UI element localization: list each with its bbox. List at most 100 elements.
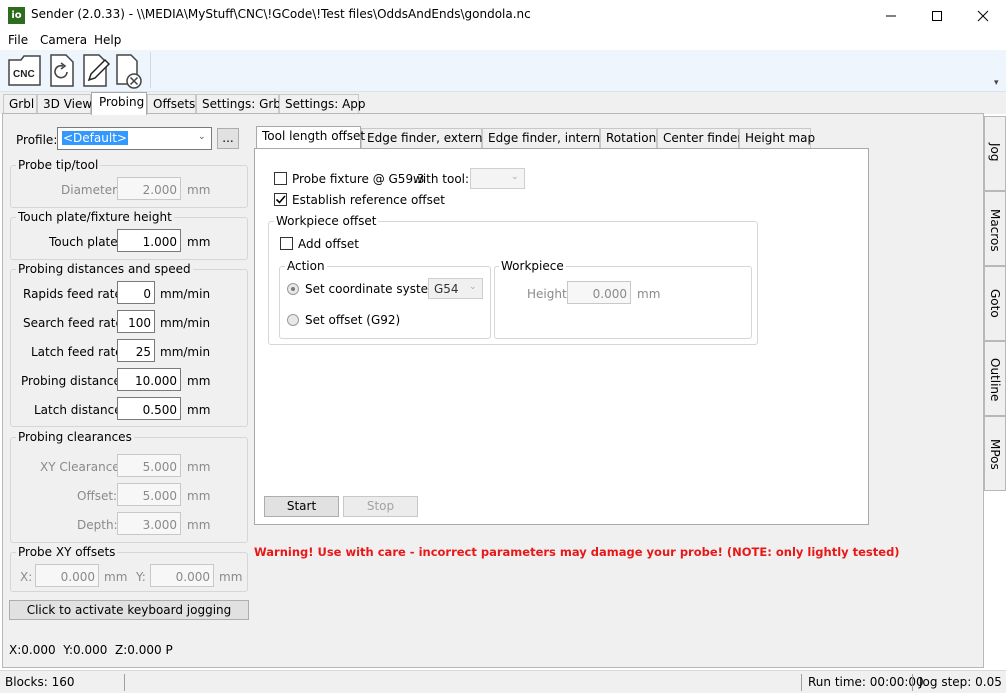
main-tab-strip: Grbl 3D View Probing Offsets Settings: G… bbox=[0, 92, 1006, 115]
menu-camera[interactable]: Camera bbox=[40, 33, 87, 47]
tab-settings-app[interactable]: Settings: App bbox=[279, 94, 366, 114]
xy-clearance-input[interactable]: 5.000 bbox=[117, 454, 181, 477]
position-readout: X:0.000 Y:0.000 Z:0.000 P bbox=[9, 643, 173, 657]
depth-unit: mm bbox=[187, 518, 211, 532]
latch-distance-unit: mm bbox=[187, 403, 211, 417]
y-offset-unit: mm bbox=[219, 570, 243, 584]
toolbar-overflow-icon[interactable]: ▾ bbox=[994, 78, 999, 88]
diameter-input[interactable]: 2.000 bbox=[117, 177, 181, 200]
establish-reference-checkbox[interactable] bbox=[274, 193, 287, 206]
tab-center-finder[interactable]: Center finder bbox=[657, 128, 742, 148]
side-tab-jog[interactable]: Jog bbox=[984, 116, 1006, 191]
height-label: Height bbox=[527, 287, 567, 301]
tab-3d-view[interactable]: 3D View bbox=[37, 94, 92, 114]
xy-clearance-unit: mm bbox=[187, 460, 211, 474]
tab-probing[interactable]: Probing bbox=[91, 92, 147, 115]
diameter-label: Diameter: bbox=[61, 183, 121, 197]
profile-select[interactable]: <Default> ⌄ bbox=[57, 127, 212, 150]
side-tab-macros[interactable]: Macros bbox=[984, 191, 1006, 266]
offset-unit: mm bbox=[187, 489, 211, 503]
probing-distance-unit: mm bbox=[187, 374, 211, 388]
coordinate-system-value: G54 bbox=[434, 282, 459, 296]
tab-height-map[interactable]: Height map bbox=[739, 128, 815, 148]
diameter-unit: mm bbox=[187, 183, 211, 197]
height-input[interactable]: 0.000 bbox=[567, 281, 631, 304]
touch-plate-input[interactable]: 1.000 bbox=[117, 229, 181, 252]
menu-file[interactable]: File bbox=[8, 33, 28, 47]
side-tab-goto[interactable]: Goto bbox=[984, 266, 1006, 341]
height-unit: mm bbox=[637, 287, 661, 301]
run-time: Run time: 00:00:00 bbox=[808, 675, 924, 689]
add-offset-checkbox[interactable] bbox=[280, 237, 293, 250]
minimize-button[interactable] bbox=[868, 0, 914, 31]
svg-text:CNC: CNC bbox=[13, 69, 35, 80]
latch-feed-label: Latch feed rate: bbox=[31, 345, 127, 359]
latch-distance-label: Latch distance: bbox=[34, 403, 126, 417]
status-divider bbox=[801, 674, 802, 691]
x-offset-unit: mm bbox=[104, 570, 128, 584]
profile-more-button[interactable]: ... bbox=[217, 128, 239, 149]
with-tool-label: with tool: bbox=[413, 172, 470, 186]
side-tab-outline[interactable]: Outline bbox=[984, 341, 1006, 416]
jog-step: Jog step: 0.05 bbox=[919, 675, 1002, 689]
set-coordinate-system-label: Set coordinate system: bbox=[305, 282, 444, 296]
probing-distance-label: Probing distance: bbox=[21, 374, 125, 388]
tool-select[interactable]: ⌄ bbox=[470, 168, 525, 189]
close-icon bbox=[977, 10, 989, 21]
probing-distance-input[interactable]: 10.000 bbox=[117, 368, 181, 391]
stop-button[interactable]: Stop bbox=[343, 496, 418, 517]
close-file-button[interactable] bbox=[114, 52, 147, 89]
x-offset-label: X: bbox=[20, 570, 33, 584]
add-offset-label: Add offset bbox=[298, 237, 359, 251]
set-offset-radio[interactable] bbox=[287, 314, 299, 326]
action-title: Action bbox=[285, 259, 327, 273]
chevron-down-icon: ⌄ bbox=[511, 172, 519, 182]
xy-offsets-title: Probe XY offsets bbox=[16, 545, 118, 559]
set-coordinate-system-radio[interactable] bbox=[287, 283, 299, 295]
side-tab-goto-label: Goto bbox=[988, 289, 1002, 318]
offset-input[interactable]: 5.000 bbox=[117, 483, 181, 506]
offset-label: Offset: bbox=[77, 489, 118, 503]
tab-edge-finder-internal[interactable]: Edge finder, internal bbox=[482, 128, 611, 148]
reload-button[interactable] bbox=[47, 52, 80, 88]
x-offset-input[interactable]: 0.000 bbox=[35, 564, 99, 587]
latch-feed-unit: mm/min bbox=[160, 345, 211, 359]
y-offset-input[interactable]: 0.000 bbox=[150, 564, 214, 587]
tab-rotation[interactable]: Rotation bbox=[600, 128, 657, 148]
clearances-title: Probing clearances bbox=[16, 430, 134, 444]
tab-tool-length-offset[interactable]: Tool length offset bbox=[256, 126, 365, 148]
cnc-button[interactable]: CNC bbox=[7, 52, 41, 88]
probe-tip-title: Probe tip/tool bbox=[16, 158, 101, 172]
depth-input[interactable]: 3.000 bbox=[117, 512, 181, 535]
tab-offsets[interactable]: Offsets bbox=[147, 94, 196, 114]
touch-plate-label: Touch plate: bbox=[49, 235, 122, 249]
side-tab-mpos[interactable]: MPos bbox=[984, 416, 1006, 491]
close-file-icon bbox=[116, 54, 142, 89]
tab-edge-finder-external[interactable]: Edge finder, external bbox=[361, 128, 493, 148]
latch-distance-input[interactable]: 0.500 bbox=[117, 397, 181, 420]
probe-fixture-checkbox[interactable] bbox=[274, 172, 287, 185]
search-feed-input[interactable]: 100 bbox=[117, 310, 155, 333]
tab-grbl[interactable]: Grbl bbox=[3, 94, 37, 114]
side-tab-jog-label: Jog bbox=[988, 143, 1002, 162]
rapids-feed-input[interactable]: 0 bbox=[117, 281, 155, 304]
edit-file-button[interactable] bbox=[80, 52, 113, 88]
chevron-down-icon: ⌄ bbox=[469, 282, 477, 292]
touch-plate-unit: mm bbox=[187, 235, 211, 249]
menu-help[interactable]: Help bbox=[94, 33, 121, 47]
keyboard-jogging-button[interactable]: Click to activate keyboard jogging bbox=[9, 600, 249, 620]
side-tab-macros-label: Macros bbox=[988, 209, 1002, 252]
profile-value: <Default> bbox=[62, 131, 128, 145]
start-button[interactable]: Start bbox=[264, 496, 339, 517]
tab-settings-grbl[interactable]: Settings: Grbl bbox=[196, 94, 284, 114]
status-divider bbox=[124, 674, 125, 691]
establish-reference-label: Establish reference offset bbox=[292, 193, 445, 207]
workpiece-title: Workpiece bbox=[499, 259, 566, 273]
window-title: Sender (2.0.33) - \\MEDIA\MyStuff\CNC\!G… bbox=[31, 7, 531, 21]
chevron-down-icon: ⌄ bbox=[198, 132, 206, 142]
y-offset-label: Y: bbox=[136, 570, 146, 584]
close-button[interactable] bbox=[960, 0, 1006, 31]
latch-feed-input[interactable]: 25 bbox=[117, 339, 155, 362]
maximize-button[interactable] bbox=[914, 0, 960, 31]
coordinate-system-select[interactable]: G54 ⌄ bbox=[428, 278, 483, 299]
